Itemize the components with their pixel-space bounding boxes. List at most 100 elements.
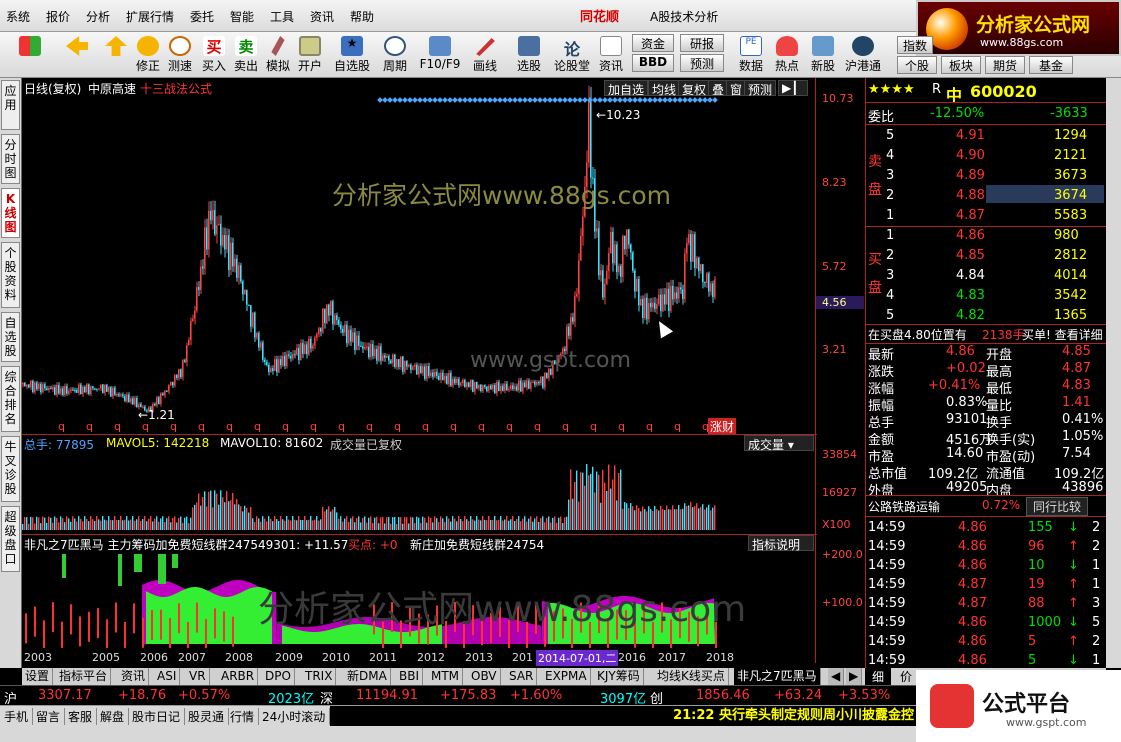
shhk-button[interactable]: 沪港通 <box>842 34 884 76</box>
buy-label: 买入 <box>201 59 226 73</box>
tab-kjy[interactable]: KJY筹码 <box>594 668 644 685</box>
tab-expma[interactable]: EXPMA <box>542 668 591 685</box>
volume-bar <box>376 516 378 530</box>
tab-news[interactable]: 资讯 <box>118 668 150 685</box>
tab-profile[interactable]: 个股资料 <box>1 242 20 308</box>
earnings-badge[interactable]: 涨财 <box>708 418 737 435</box>
ipo-button[interactable]: 新股 <box>808 34 838 76</box>
sell-row[interactable]: 4 4.90 2121 <box>866 146 1107 166</box>
signal-diamond <box>622 97 628 103</box>
menu-ext-quotes[interactable]: 扩展行情 <box>126 8 174 25</box>
tab-kline[interactable]: K线图 <box>1 188 20 238</box>
tab-bbi[interactable]: BBI <box>396 668 424 685</box>
order-note-action[interactable]: 买单! 查看详细 <box>1022 326 1103 343</box>
tab-arbr[interactable]: ARBR <box>218 668 259 685</box>
tab-dma[interactable]: 新DMA <box>344 668 391 685</box>
tab-obv[interactable]: OBV <box>468 668 501 685</box>
kline-chart-area[interactable]: 日线(复权) 中原高速 十三战法公式 加自选 均线 复权 叠 窗 预测 ▶┃ q… <box>22 78 865 668</box>
scroll-right-icon[interactable]: ▶ <box>846 668 862 685</box>
nav-sector[interactable]: 板块 <box>941 56 981 74</box>
task-24h[interactable]: 24小时滚动 <box>262 708 331 725</box>
stock-select-button[interactable]: 选股 <box>512 34 546 76</box>
hot-button[interactable]: 热点 <box>772 34 802 76</box>
tab-ma-kline[interactable]: 均线K线买点 <box>654 668 729 685</box>
task-analysis[interactable]: 解盘 <box>100 708 130 725</box>
tab-indicator-platform[interactable]: 指标平台 <box>56 668 112 685</box>
forum-button[interactable]: 论论股堂 <box>552 34 592 76</box>
sell-row[interactable]: 1 4.87 5583 <box>866 206 1107 226</box>
draw-line-button[interactable]: 画线 <box>468 34 502 76</box>
sell-row[interactable]: 2 4.88 3674 <box>866 186 1107 206</box>
back-icon[interactable] <box>62 34 92 76</box>
up-icon[interactable] <box>102 34 130 76</box>
indicator-help-button[interactable]: 指标说明 <box>748 535 814 552</box>
tab-detail[interactable]: 细 <box>865 668 891 685</box>
nav-index[interactable]: 指数 <box>897 36 933 54</box>
simulate-button[interactable]: 模拟 <box>264 34 292 76</box>
tick-time: 14:59 <box>868 615 906 630</box>
forecast-button[interactable]: 预测 <box>680 54 724 72</box>
funds-button[interactable]: 资金 <box>632 34 674 52</box>
nav-stock[interactable]: 个股 <box>897 56 937 74</box>
volume-chart <box>22 464 716 530</box>
tab-asi[interactable]: ASI <box>154 668 181 685</box>
scroll-left-icon[interactable]: ◀ <box>828 668 844 685</box>
tab-dpo[interactable]: DPO <box>262 668 295 685</box>
research-button[interactable]: 研报 <box>680 34 724 52</box>
menu-help[interactable]: 帮助 <box>350 8 374 25</box>
fix-button[interactable]: 修正 <box>132 34 164 76</box>
task-diary[interactable]: 股市日记 <box>132 708 186 725</box>
nav-fund[interactable]: 基金 <box>1029 56 1073 74</box>
industry-compare-button[interactable]: 同行比较 <box>1026 497 1089 516</box>
menu-news[interactable]: 资讯 <box>310 8 334 25</box>
tab-apps[interactable]: 应用 <box>1 80 20 130</box>
tab-price[interactable]: 价 <box>895 668 917 685</box>
watchlist-button[interactable]: ★ 自选股 <box>332 34 372 76</box>
tab-black-horse[interactable]: 非凡之7匹黑马 <box>734 668 821 685</box>
sell-button[interactable]: 卖卖出 <box>232 34 260 76</box>
windows-icon[interactable] <box>14 34 46 76</box>
tick-direction: ↑ <box>1068 634 1079 649</box>
menu-trade[interactable]: 委托 <box>190 8 214 25</box>
tab-diagnosis[interactable]: 牛叉诊股 <box>1 436 20 502</box>
buy-row[interactable]: 2 4.85 2812 <box>866 246 1107 266</box>
nav-futures[interactable]: 期货 <box>985 56 1025 74</box>
f10-button[interactable]: F10/F9 <box>418 34 462 76</box>
news-button[interactable]: 资讯 <box>596 34 626 76</box>
right-scrollbar[interactable] <box>1106 78 1121 668</box>
task-quotes[interactable]: 行情 <box>230 708 260 725</box>
tab-watchlist[interactable]: 自选股 <box>1 312 20 362</box>
menu-quotes[interactable]: 报价 <box>46 8 70 25</box>
speedtest-button[interactable]: 测速 <box>164 34 196 76</box>
task-service[interactable]: 客服 <box>68 708 98 725</box>
candle-body <box>306 344 308 355</box>
tab-sar[interactable]: SAR <box>506 668 538 685</box>
tab-mtm[interactable]: MTM <box>428 668 464 685</box>
buy-row[interactable]: 3 4.84 4014 <box>866 266 1107 286</box>
menu-smart[interactable]: 智能 <box>230 8 254 25</box>
tab-orderbook[interactable]: 超级盘口 <box>1 506 20 572</box>
buy-button[interactable]: 买买入 <box>200 34 228 76</box>
open-account-button[interactable]: 开户 <box>296 34 324 76</box>
menu-tools[interactable]: 工具 <box>270 8 294 25</box>
task-message[interactable]: 留言 <box>36 708 66 725</box>
buy-row[interactable]: 5 4.82 1365 <box>866 306 1107 326</box>
tab-settings[interactable]: 设置 <box>22 668 54 685</box>
news-ticker[interactable]: 21:22 央行牵头制定规则周小川披露金控 <box>330 706 920 726</box>
data-button[interactable]: PE 数据 <box>736 34 766 76</box>
tab-ranking[interactable]: 综合排名 <box>1 366 20 432</box>
bbd-button[interactable]: BBD <box>632 54 674 72</box>
sell-row[interactable]: 3 4.89 3673 <box>866 166 1107 186</box>
tab-trix[interactable]: TRIX <box>302 668 337 685</box>
tab-intraday[interactable]: 分时图 <box>1 134 20 184</box>
period-button[interactable]: 周期 <box>378 34 412 76</box>
menu-analysis[interactable]: 分析 <box>86 8 110 25</box>
volume-selector[interactable]: 成交量 ▾ <box>744 435 814 452</box>
buy-row[interactable]: 1 4.86 980 <box>866 226 1107 246</box>
task-mobile[interactable]: 手机 <box>4 708 34 725</box>
task-gulingtong[interactable]: 股灵通 <box>188 708 230 725</box>
tab-vr[interactable]: VR <box>186 668 210 685</box>
buy-row[interactable]: 4 4.83 3542 <box>866 286 1107 306</box>
menu-system[interactable]: 系统 <box>6 8 30 25</box>
sell-row[interactable]: 5 4.91 1294 <box>866 126 1107 146</box>
